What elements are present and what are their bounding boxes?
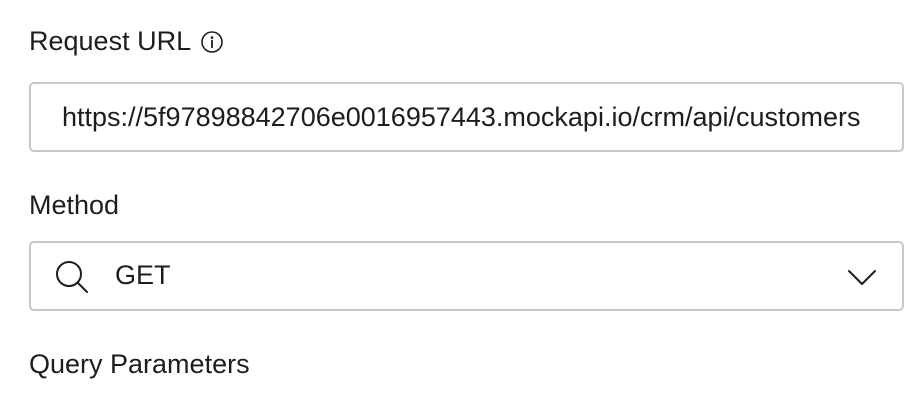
- request-url-label: Request URL: [29, 26, 192, 56]
- search-icon: [53, 258, 91, 296]
- request-url-label-row: Request URL: [29, 28, 224, 55]
- request-url-input[interactable]: [62, 84, 874, 150]
- method-selected-value: GET: [115, 260, 171, 290]
- query-parameters-label-row: Query Parameters: [29, 351, 250, 378]
- request-url-field[interactable]: [29, 82, 904, 152]
- method-select[interactable]: GET: [29, 241, 904, 311]
- method-label: Method: [29, 190, 120, 220]
- chevron-down-icon[interactable]: [846, 263, 878, 291]
- info-icon[interactable]: [200, 30, 224, 54]
- method-label-row: Method: [29, 192, 119, 219]
- query-parameters-label: Query Parameters: [29, 349, 250, 379]
